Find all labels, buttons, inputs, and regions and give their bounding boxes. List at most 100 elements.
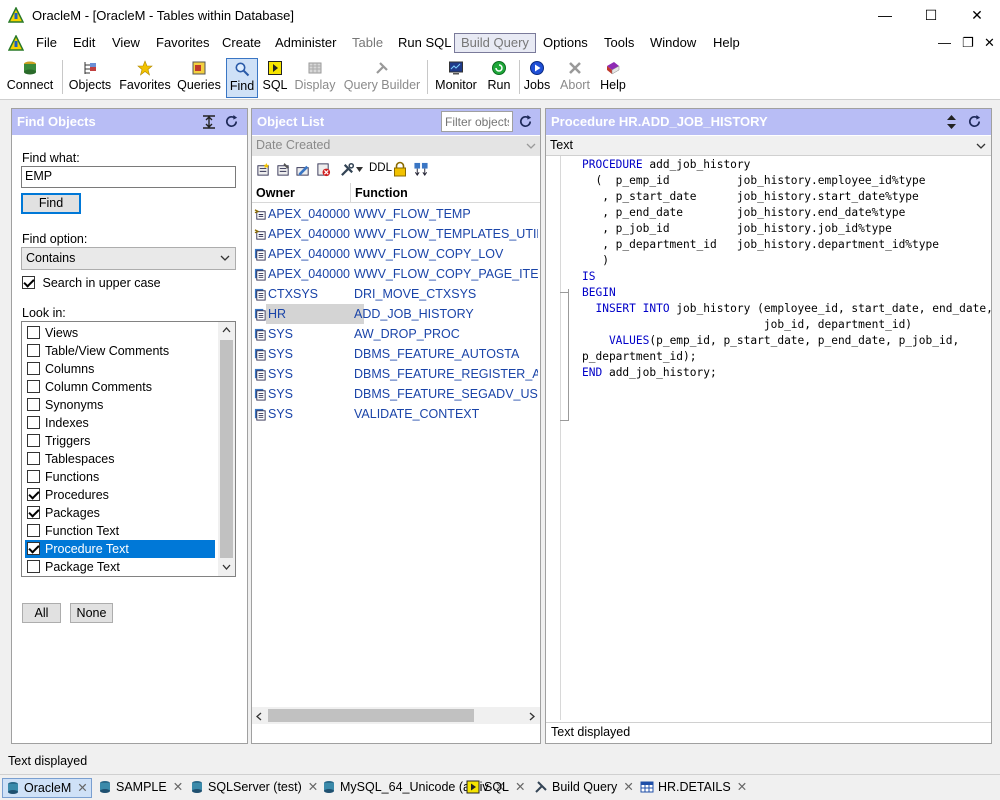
mdi-minimize-button[interactable]: — xyxy=(938,35,951,50)
look-in-checkbox[interactable] xyxy=(27,452,40,465)
menu-options[interactable]: Options xyxy=(543,35,588,50)
refresh-icon[interactable] xyxy=(518,114,533,129)
look-in-item[interactable]: Synonyms xyxy=(25,396,215,414)
query-builder-button[interactable]: Query Builder xyxy=(342,58,422,98)
favorites-button[interactable]: Favorites xyxy=(118,58,172,98)
find-option-select[interactable]: Contains xyxy=(21,247,236,270)
search-upper-check[interactable] xyxy=(22,276,35,289)
look-in-item[interactable]: Indexes xyxy=(25,414,215,432)
table-row[interactable]: SYS AW_DROP_PROC xyxy=(252,324,538,344)
scroll-up-icon[interactable] xyxy=(222,327,231,333)
window-tab[interactable]: HR.DETAILS ✕ xyxy=(640,778,747,798)
run-button[interactable]: Run xyxy=(485,58,513,98)
jobs-button[interactable]: Jobs xyxy=(523,58,551,98)
connect-button[interactable]: Connect xyxy=(4,58,56,98)
rename-object-icon[interactable] xyxy=(296,162,311,177)
look-in-checkbox[interactable] xyxy=(27,470,40,483)
look-in-item[interactable]: Procedures xyxy=(25,486,215,504)
table-row[interactable]: APEX_040000 WWV_FLOW_TEMP xyxy=(252,204,538,224)
close-tab-icon[interactable]: ✕ xyxy=(173,780,183,794)
table-row[interactable]: SYS DBMS_FEATURE_AUTOSTA xyxy=(252,344,538,364)
look-in-item[interactable]: Packages xyxy=(25,504,215,522)
look-in-checkbox[interactable] xyxy=(27,542,40,555)
window-tab[interactable]: SQLServer (test) ✕ xyxy=(190,778,318,798)
column-function[interactable]: Function xyxy=(355,186,408,200)
menu-help[interactable]: Help xyxy=(713,35,740,50)
find-what-input[interactable]: EMP xyxy=(21,166,236,188)
queries-button[interactable]: Queries xyxy=(176,58,222,98)
scroll-left-icon[interactable] xyxy=(256,712,262,721)
look-in-checkbox[interactable] xyxy=(27,344,40,357)
menu-table[interactable]: Table xyxy=(352,35,383,50)
column-divider[interactable] xyxy=(350,183,351,203)
menu-favorites[interactable]: Favorites xyxy=(156,35,209,50)
look-in-item[interactable]: Triggers xyxy=(25,432,215,450)
sort-select[interactable]: Date Created xyxy=(252,136,540,156)
look-in-checkbox[interactable] xyxy=(27,380,40,393)
pin-icon[interactable] xyxy=(202,115,216,129)
object-list-hscrollbar[interactable] xyxy=(252,707,540,724)
display-button[interactable]: Display xyxy=(292,58,338,98)
look-in-checkbox[interactable] xyxy=(27,488,40,501)
close-tab-icon[interactable]: ✕ xyxy=(737,780,747,794)
filter-objects-input[interactable] xyxy=(441,111,513,132)
look-in-item[interactable]: Tablespaces xyxy=(25,450,215,468)
window-tab[interactable]: SAMPLE ✕ xyxy=(98,778,183,798)
close-tab-icon[interactable]: ✕ xyxy=(308,780,318,794)
look-in-checkbox[interactable] xyxy=(27,362,40,375)
look-in-item[interactable]: Views xyxy=(25,324,215,342)
table-row[interactable]: SYS VALIDATE_CONTEXT xyxy=(252,404,538,424)
table-row[interactable]: HR ADD_JOB_HISTORY xyxy=(252,304,538,324)
refresh-icon[interactable] xyxy=(224,114,239,129)
drop-object-icon[interactable] xyxy=(316,162,331,177)
look-in-item[interactable]: Column Comments xyxy=(25,378,215,396)
menu-create[interactable]: Create xyxy=(222,35,261,50)
ddl-button[interactable]: DDL xyxy=(369,162,392,174)
menu-view[interactable]: View xyxy=(112,35,140,50)
all-button[interactable]: All xyxy=(22,603,61,623)
tools-icon[interactable] xyxy=(340,162,355,177)
code-editor[interactable]: PROCEDURE add_job_history ( p_emp_id job… xyxy=(546,156,991,720)
help-button[interactable]: Help xyxy=(597,58,629,98)
window-tab[interactable]: Build Query ✕ xyxy=(534,778,634,798)
view-mode-select[interactable]: Text xyxy=(546,136,991,156)
table-row[interactable]: SYS DBMS_FEATURE_REGISTER_ALLFEA xyxy=(252,364,538,384)
look-in-checkbox[interactable] xyxy=(27,434,40,447)
refresh-icon[interactable] xyxy=(967,114,982,129)
find-button[interactable]: Find xyxy=(226,58,258,98)
look-in-item[interactable]: Function Text xyxy=(25,522,215,540)
table-row[interactable]: APEX_040000 WWV_FLOW_COPY_LOV xyxy=(252,244,538,264)
look-in-scroll-thumb[interactable] xyxy=(220,340,233,558)
close-tab-icon[interactable]: ✕ xyxy=(515,780,525,794)
look-in-checkbox[interactable] xyxy=(27,398,40,411)
compare-icon[interactable] xyxy=(413,162,429,177)
table-row[interactable]: APEX_040000 WWV_FLOW_TEMPLATES_UTIL xyxy=(252,224,538,244)
mdi-close-button[interactable]: ✕ xyxy=(984,35,995,51)
monitor-button[interactable]: Monitor xyxy=(431,58,481,98)
column-owner[interactable]: Owner xyxy=(256,186,295,200)
menu-run-sql[interactable]: Run SQL xyxy=(398,35,451,50)
sql-button[interactable]: SQL xyxy=(261,58,289,98)
search-upper-checkbox[interactable]: Search in upper case xyxy=(22,276,161,290)
menu-file[interactable]: File xyxy=(36,35,57,50)
look-in-checkbox[interactable] xyxy=(27,326,40,339)
look-in-item[interactable]: Procedure Text xyxy=(25,540,215,558)
objects-button[interactable]: Objects xyxy=(67,58,113,98)
mdi-restore-button[interactable]: ❐ xyxy=(962,35,974,51)
procedure-source-code[interactable]: PROCEDURE add_job_history ( p_emp_id job… xyxy=(582,157,991,381)
look-in-checkbox[interactable] xyxy=(27,416,40,429)
table-row[interactable]: CTXSYS DRI_MOVE_CTXSYS xyxy=(252,284,538,304)
sort-updown-icon[interactable] xyxy=(946,114,957,130)
close-window-button[interactable]: ✕ xyxy=(954,0,1000,31)
menu-tools[interactable]: Tools xyxy=(604,35,634,50)
look-in-list[interactable]: Views Table/View Comments Columns Column Co… xyxy=(21,321,236,577)
maximize-button[interactable]: ☐ xyxy=(908,0,954,31)
scroll-right-icon[interactable] xyxy=(529,712,535,721)
new-object-icon[interactable] xyxy=(256,162,271,177)
oraclem-menu-icon[interactable] xyxy=(8,35,24,51)
look-in-checkbox[interactable] xyxy=(27,524,40,537)
menu-administer[interactable]: Administer xyxy=(275,35,336,50)
look-in-scrollbar[interactable] xyxy=(218,322,235,576)
minimize-button[interactable]: — xyxy=(862,0,908,31)
window-tab[interactable]: SQL ✕ xyxy=(466,778,526,798)
